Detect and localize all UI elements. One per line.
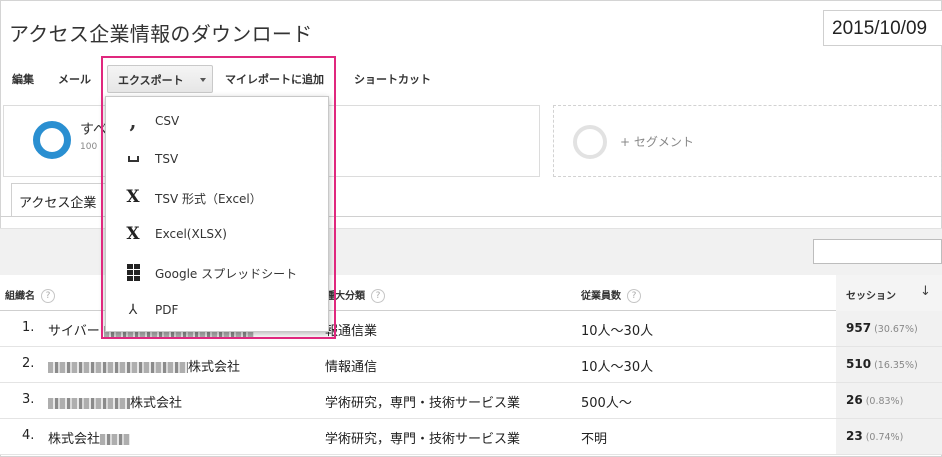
sessions-cell: 23 (0.74%) [846, 429, 904, 443]
help-icon[interactable]: ? [627, 289, 641, 303]
row-index: 1. [22, 320, 35, 335]
table-row[interactable]: 3. 株式会社 学術研究，専門・技術サービス業 500人～ 26 (0.83%) [0, 383, 942, 419]
export-xlsx-item[interactable]: X Excel(XLSX) [106, 216, 328, 253]
industry-cell: 報通信業 [325, 324, 378, 339]
row-index: 3. [22, 392, 35, 407]
export-csv-item[interactable]: , CSV [106, 103, 328, 140]
header-organization[interactable]: 組織名? [5, 287, 55, 303]
space-icon [124, 150, 142, 168]
export-pdf-item[interactable]: ⅄ PDF [106, 292, 328, 329]
segment-percent: 100 [80, 142, 98, 152]
segment-name: すべ [80, 122, 108, 138]
redacted-text [48, 398, 130, 409]
export-google-sheets-item[interactable]: Google スプレッドシート [106, 254, 328, 291]
mail-button[interactable]: メール [58, 71, 91, 87]
page-title: アクセス企業情報のダウンロード [9, 22, 313, 46]
sort-descending-icon[interactable]: ↓ [920, 284, 931, 299]
employees-cell: 500人～ [581, 396, 632, 411]
org-name-link[interactable]: 株式会社 [48, 428, 131, 447]
redacted-text [100, 434, 131, 445]
segment-placeholder-ring-icon [573, 125, 607, 159]
employees-cell: 10人～30人 [581, 324, 654, 339]
shortcut-button[interactable]: ショートカット [354, 71, 431, 87]
help-icon[interactable]: ? [41, 289, 55, 303]
chevron-down-icon [200, 78, 206, 82]
segment-ring-icon [33, 121, 71, 159]
export-button[interactable]: エクスポート [107, 65, 213, 93]
export-tsv-item[interactable]: TSV [106, 141, 328, 178]
help-icon[interactable]: ? [371, 289, 385, 303]
add-segment-card[interactable]: + セグメント [553, 105, 942, 177]
industry-cell: 学術研究，専門・技術サービス業 [325, 396, 521, 411]
sessions-cell: 957 (30.67%) [846, 321, 918, 335]
header-sessions[interactable]: セッション [846, 287, 896, 302]
table-row[interactable]: 4. 株式会社 学術研究，専門・技術サービス業 不明 23 (0.74%) [0, 419, 942, 455]
header-employees[interactable]: 従業員数? [581, 287, 641, 303]
org-name-link[interactable]: 株式会社 [48, 392, 182, 411]
redacted-text [48, 362, 188, 373]
employees-cell: 10人～30人 [581, 360, 654, 375]
row-index: 4. [22, 428, 35, 443]
excel-icon: X [126, 224, 140, 244]
edit-button[interactable]: 編集 [12, 71, 34, 87]
export-button-label: エクスポート [118, 74, 184, 87]
comma-icon: , [129, 109, 137, 133]
report-toolbar: 編集 メール エクスポート マイレポートに追加 ショートカット [0, 62, 942, 94]
sessions-cell: 510 (16.35%) [846, 357, 918, 371]
export-tsv-excel-item[interactable]: X TSV 形式（Excel） [106, 179, 328, 216]
table-filter-input[interactable] [813, 239, 942, 264]
sheets-icon [124, 263, 142, 281]
excel-icon: X [126, 187, 140, 207]
export-dropdown-menu: , CSV TSV X TSV 形式（Excel） X Excel(XLSX) … [105, 96, 329, 332]
add-segment-label: + セグメント [620, 135, 694, 149]
sessions-cell: 26 (0.83%) [846, 393, 904, 407]
org-name-link[interactable]: 株式会社 [48, 356, 240, 375]
industry-cell: 学術研究，専門・技術サービス業 [325, 432, 521, 447]
industry-cell: 情報通信 [325, 360, 378, 375]
row-index: 2. [22, 356, 35, 371]
add-to-my-report-button[interactable]: マイレポートに追加 [225, 71, 324, 87]
date-range-picker[interactable]: 2015/10/09 [823, 10, 942, 46]
table-row[interactable]: 2. 株式会社 情報通信 10人～30人 510 (16.35%) [0, 347, 942, 383]
employees-cell: 不明 [581, 432, 608, 447]
pdf-icon: ⅄ [128, 302, 138, 318]
tab-access-companies[interactable]: アクセス企業 [11, 183, 111, 217]
header-industry[interactable]: 種大分類? [325, 287, 385, 303]
